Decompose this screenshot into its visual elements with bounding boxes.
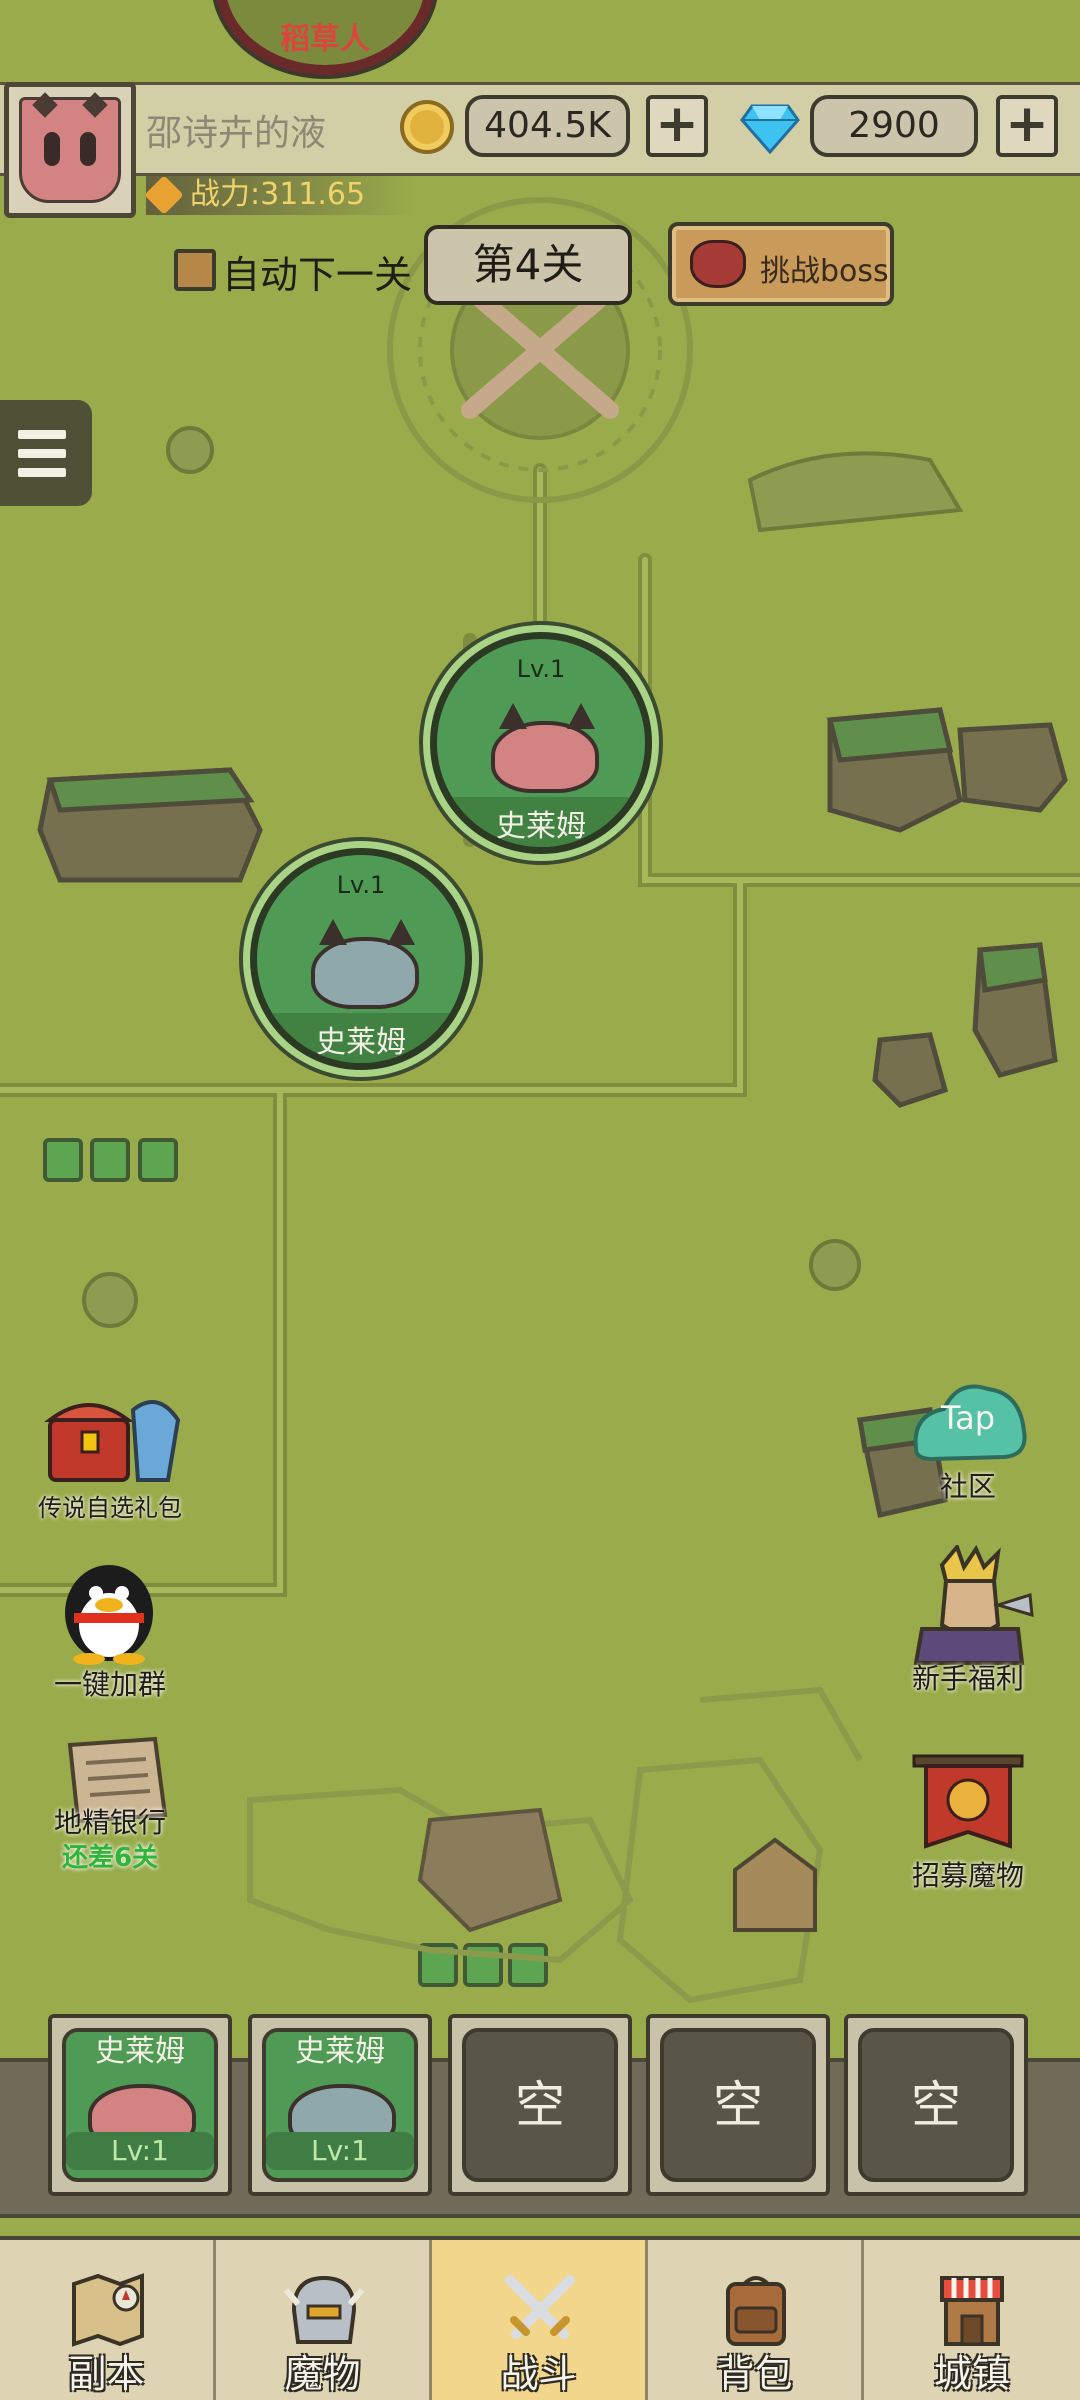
menu-icon [18,468,66,477]
node-monster-name: 史莱姆 [437,797,645,847]
avatar-slime-face [19,92,121,203]
newbie-welfare-label: 新手福利 [911,1662,1024,1695]
join-group-button[interactable]: 一键加群 [10,1555,210,1705]
menu-icon [18,430,66,439]
goblin-bank-label: 地精银行 [53,1806,166,1839]
team-slot-name: 史莱姆 [66,2032,214,2072]
legend-gift-pack[interactable]: 传说自选礼包 [10,1380,210,1522]
team-slot-name: 史莱姆 [266,2032,414,2072]
goblin-bank-remaining: 还差6关 [61,1843,159,1873]
bottom-nav: 副本 魔物 战斗 背包 城镇 [0,2236,1080,2400]
empty-slot-label: 空 [660,2028,816,2182]
slime-ear-icon [387,919,415,945]
gold-coin-icon [400,100,454,154]
helmet-icon [284,2275,364,2344]
treasure-chest-icon [44,1400,181,1482]
avatar-horn-icon [82,92,108,118]
auto-next-label: 自动下一关 [222,253,413,297]
diamond-icon [740,104,800,154]
add-gems-button[interactable]: + [996,95,1058,157]
team-slot-4[interactable]: 空 [646,2014,830,2196]
knight-icon [913,1545,1034,1665]
tab-dungeon[interactable]: 副本 [0,2240,216,2400]
slime-node-gray[interactable]: Lv.1 史莱姆 [250,848,472,1070]
combat-power: 战力:311.65 [146,175,416,215]
legend-gift-pack-label: 传说自选礼包 [38,1494,182,1522]
team-slot-2[interactable]: 史莱姆 Lv:1 [248,2014,432,2196]
team-slot-2-inner: 史莱姆 Lv:1 [262,2028,418,2182]
slime-ear-icon [567,703,595,729]
current-level[interactable]: 第4关 [424,225,632,305]
empty-slot-label: 空 [858,2028,1014,2182]
slime-node-pink[interactable]: Lv.1 史莱姆 [430,632,652,854]
player-avatar[interactable] [4,82,136,218]
slime-ear-icon [499,703,527,729]
node-level: Lv.1 [336,871,386,899]
tab-dungeon-label: 副本 [68,2352,145,2396]
node-monster-name: 史莱姆 [257,1013,465,1063]
recruit-monster-button[interactable]: 招募魔物 [868,1750,1068,1900]
menu-icon [18,449,66,458]
challenge-boss-button[interactable]: 挑战boss [668,222,894,306]
scarecrow-node-label: 稻草人 [280,22,370,57]
shop-icon [940,2276,1004,2346]
avatar-eye-icon [80,132,96,166]
avatar-horn-icon [32,92,58,118]
newbie-welfare-button[interactable]: 新手福利 [868,1545,1068,1705]
tab-monsters-label: 魔物 [284,2352,361,2396]
avatar-eye-icon [44,132,60,166]
team-slot-1[interactable]: 史莱姆 Lv:1 [48,2014,232,2196]
gray-slime-icon [311,937,419,1009]
tab-battle[interactable]: 战斗 [432,2240,648,2400]
slime-ear-icon [319,919,347,945]
backpack-icon [726,2276,786,2346]
gem-amount: 2900 [810,95,978,157]
tab-backpack-label: 背包 [716,2352,793,2396]
challenge-boss-label: 挑战boss [760,254,889,289]
join-group-label: 一键加群 [53,1668,166,1701]
team-slot-3[interactable]: 空 [448,2014,632,2196]
community-label: 社区 [939,1470,996,1503]
crossed-swords-icon [505,2275,575,2339]
tab-monsters[interactable]: 魔物 [216,2240,432,2400]
penguin-icon [65,1565,153,1665]
team-slot-level: Lv:1 [266,2132,414,2170]
pink-slime-icon [491,721,599,793]
community-button[interactable]: Tap 社区 [868,1375,1068,1515]
team-slot-1-inner: 史莱姆 Lv:1 [62,2028,218,2182]
player-name: 邵诗卉的液 [146,113,327,154]
demon-icon [690,240,746,288]
team-slot-5[interactable]: 空 [844,2014,1028,2196]
empty-slot-label: 空 [462,2028,618,2182]
add-gold-button[interactable]: + [646,95,708,157]
gold-amount: 404.5K [465,95,630,157]
tab-backpack[interactable]: 背包 [648,2240,864,2400]
auto-next-checkbox[interactable] [174,249,216,291]
tab-battle-label: 战斗 [500,2352,577,2396]
node-level: Lv.1 [516,655,566,683]
recruit-monster-label: 招募魔物 [911,1859,1024,1892]
team-slot-level: Lv:1 [66,2132,214,2170]
taptap-badge: Tap [940,1399,996,1437]
menu-button[interactable] [0,400,92,506]
tab-town[interactable]: 城镇 [864,2240,1080,2400]
map-icon [72,2273,144,2347]
banner-icon [912,1754,1024,1849]
tab-town-label: 城镇 [933,2352,1010,2396]
goblin-bank-button[interactable]: 地精银行 还差6关 [10,1735,210,1885]
